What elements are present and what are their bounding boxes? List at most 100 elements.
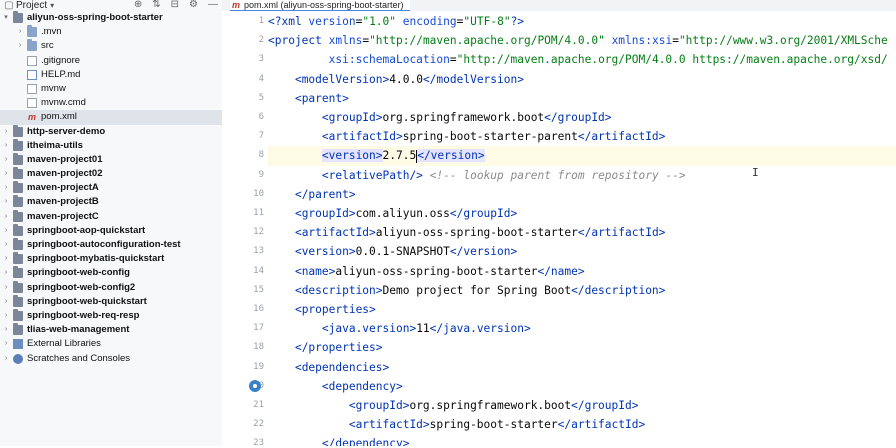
tree-item[interactable]: › maven-projectB (0, 195, 222, 209)
code-token: <groupId> (348, 399, 410, 412)
navigate-dependency-icon[interactable] (249, 379, 261, 392)
tree-item[interactable]: mvnw.cmd (0, 96, 222, 110)
collapse-all-icon[interactable]: ⇅ (152, 0, 160, 10)
code-line[interactable]: </dependency> (268, 434, 896, 446)
tree-item[interactable]: › tlias-web-management (0, 323, 222, 337)
tree-item[interactable]: › itheima-utils (0, 138, 222, 153)
collapse-arrow-icon[interactable]: › (2, 266, 10, 280)
tree-item[interactable]: › springboot-aop-quickstart (0, 223, 222, 238)
tree-item[interactable]: › maven-project02 (0, 167, 222, 181)
collapse-arrow-icon[interactable]: › (2, 139, 10, 153)
collapse-arrow-icon[interactable]: › (2, 195, 10, 209)
code-line[interactable]: <groupId>com.aliyun.oss</groupId> (268, 204, 896, 223)
collapse-arrow-icon[interactable]: › (2, 323, 10, 337)
code-token: com.aliyun.oss (355, 207, 450, 220)
collapse-arrow-icon[interactable]: › (2, 309, 10, 323)
tree-item[interactable]: › springboot-web-config2 (0, 280, 222, 295)
code-token: <version> (321, 149, 383, 163)
code-line[interactable]: <description>Demo project for Spring Boo… (268, 281, 896, 300)
tree-item[interactable]: m pom.xml (0, 110, 222, 125)
line-number: 6 (258, 112, 264, 122)
code-area[interactable]: <?xml version="1.0" encoding="UTF-8"?> <p… (268, 11, 896, 446)
expand-arrow-icon[interactable]: ▾ (2, 11, 10, 25)
code-line[interactable]: <properties> (268, 300, 896, 319)
collapse-arrow-icon[interactable]: › (2, 181, 10, 195)
tree-item[interactable]: › springboot-web-quickstart (0, 294, 222, 309)
code-line[interactable]: <project xmlns = "http://maven.apache.org/… (268, 31, 896, 50)
code-line[interactable]: xsi:schemaLocation="http://maven.apache.… (268, 50, 896, 69)
collapse-arrow-icon[interactable]: › (2, 125, 10, 139)
chevron-down-icon[interactable]: ▾ (50, 1, 54, 10)
code-line[interactable]: <parent> (268, 89, 896, 108)
tree-item[interactable]: › maven-project01 (0, 152, 222, 167)
tree-item[interactable]: › springboot-web-config (0, 266, 222, 280)
code-line[interactable]: <dependencies> (268, 358, 896, 377)
tree-item[interactable]: › springboot-autoconfiguration-test (0, 238, 222, 252)
project-panel-header[interactable]: ▢ Project ▾ ⊕ ⇅ ⊟ ⚙ — (0, 0, 222, 11)
tree-item[interactable]: HELP.md (0, 68, 222, 82)
tree-item[interactable]: › External Libraries (0, 337, 222, 351)
tree-item[interactable]: › maven-projectC (0, 209, 222, 224)
code-line[interactable]: <version>0.0.1-SNAPSHOT</version> (268, 242, 896, 261)
code-line[interactable]: <version>2.7.5</version> (268, 146, 896, 166)
collapse-arrow-icon[interactable]: › (2, 210, 10, 224)
collapse-arrow-icon[interactable]: › (2, 281, 10, 295)
collapse-arrow-icon[interactable]: › (2, 352, 10, 366)
line-number: 23 (253, 438, 264, 448)
code-line[interactable]: <modelVersion>4.0.0</modelVersion> (268, 70, 896, 89)
collapse-arrow-icon[interactable]: › (2, 295, 10, 309)
tree-item[interactable]: › springboot-web-req-resp (0, 308, 222, 323)
collapse-arrow-icon[interactable]: › (2, 252, 10, 266)
collapse-arrow-icon[interactable]: › (2, 224, 10, 238)
collapse-arrow-icon[interactable]: › (2, 337, 10, 351)
gear-icon[interactable]: ⚙ (189, 0, 198, 10)
tree-item[interactable]: mvnw (0, 82, 222, 96)
tree-item[interactable]: › Scratches and Consoles (0, 352, 222, 366)
module-folder-icon (13, 209, 23, 222)
code-line[interactable]: <name>aliyun-oss-spring-boot-starter</na… (268, 262, 896, 281)
code-line[interactable]: <groupId>org.springframework.boot</group… (268, 396, 896, 415)
tree-item-label: itheima-utils (27, 139, 83, 151)
code-editor[interactable]: 1234567891011121314151617181920212223 <?… (222, 11, 896, 448)
collapse-arrow-icon[interactable]: › (16, 25, 24, 39)
tree-item-label: HELP.md (41, 68, 81, 80)
tree-item[interactable]: › http-server-demo (0, 124, 222, 139)
tree-item[interactable]: › .mvn (0, 25, 222, 39)
code-line[interactable]: <artifactId>aliyun-oss-spring-boot-start… (268, 223, 896, 242)
code-line[interactable]: <?xml version="1.0" encoding="UTF-8"?> (268, 12, 896, 31)
tree-item-label: pom.xml (41, 111, 77, 123)
locate-icon[interactable]: ⊕ (134, 0, 142, 10)
expand-icon[interactable]: ⊟ (171, 0, 179, 10)
code-line[interactable]: <dependency> (268, 377, 896, 396)
line-number: 21 (253, 400, 264, 410)
code-line[interactable]: <artifactId>spring-boot-starter</artifac… (268, 415, 896, 434)
code-line[interactable]: <groupId>org.springframework.boot</group… (268, 108, 896, 127)
code-line[interactable]: </parent> (268, 185, 896, 204)
hide-icon[interactable]: — (208, 0, 218, 10)
code-token: </groupId> (544, 111, 612, 124)
collapse-arrow-icon[interactable]: › (2, 167, 10, 181)
collapse-arrow-icon[interactable]: › (2, 238, 10, 252)
line-number-gutter[interactable]: 1234567891011121314151617181920212223 (222, 11, 268, 448)
tree-item[interactable]: › maven-projectA (0, 181, 222, 195)
collapse-arrow-icon[interactable]: › (2, 153, 10, 167)
code-line[interactable]: <relativePath/> <!-- lookup parent from … (268, 166, 896, 185)
line-number: 18 (253, 342, 264, 353)
tree-item[interactable]: ▾ aliyun-oss-spring-boot-starter (0, 11, 222, 25)
tree-item[interactable]: › src (0, 39, 222, 53)
code-token: "http://maven.apache.org/POM/4.0.0" (369, 34, 605, 48)
code-token: </version> (449, 245, 518, 259)
tree-item[interactable]: .gitignore (0, 54, 222, 68)
code-token: 2.7.5 (382, 149, 417, 163)
code-token: </dependency> (321, 437, 410, 446)
tree-item[interactable]: › springboot-mybatis-quickstart (0, 252, 222, 266)
code-line[interactable]: <java.version>11</java.version> (268, 319, 896, 338)
file-icon (27, 83, 37, 94)
collapse-arrow-icon[interactable]: › (16, 39, 24, 53)
code-line[interactable]: </properties> (268, 338, 896, 357)
code-line[interactable]: <artifactId>spring-boot-starter-parent</… (268, 127, 896, 146)
